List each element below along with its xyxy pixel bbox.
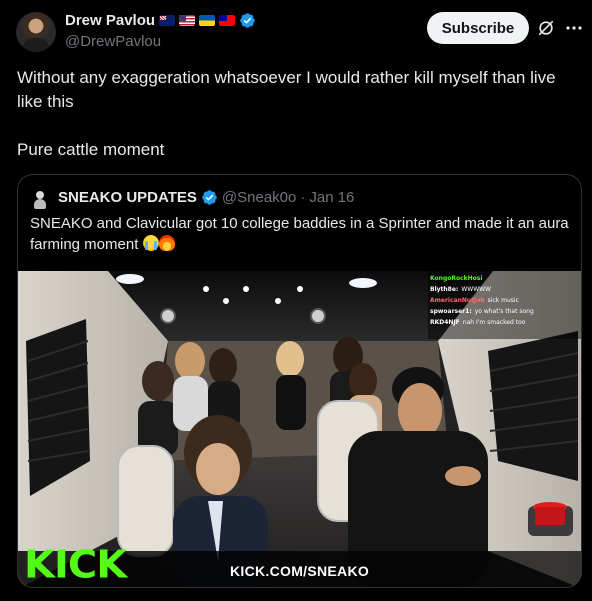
chat-message: KongoRockHosi xyxy=(430,273,581,284)
subscribe-button[interactable]: Subscribe xyxy=(427,12,529,44)
post-text: Without any exaggeration whatsoever I wo… xyxy=(17,66,582,162)
chat-username: AmericanNutJob xyxy=(430,297,485,304)
chat-message: RKD4NJF nah I'm smacked too xyxy=(430,317,581,328)
quoted-post-text: SNEAKO and Clavicular got 10 college bad… xyxy=(30,213,570,255)
flag-taiwan-icon xyxy=(219,15,236,26)
grok-icon[interactable] xyxy=(537,19,555,37)
quoted-text-body: SNEAKO and Clavicular got 10 college bad… xyxy=(30,215,569,253)
quoted-author-avatar[interactable] xyxy=(29,188,51,210)
quoted-author-handle[interactable]: @Sneak0o xyxy=(222,189,296,206)
chat-message: Blyth8e: WWWWW xyxy=(430,284,581,295)
fire-icon xyxy=(158,235,175,251)
quoted-post-card[interactable]: SNEAKO UPDATES @Sneak0o · Jan 16 SNEAKO … xyxy=(17,174,582,588)
chat-username: Blyth8e: xyxy=(430,286,459,293)
chat-message: AmericanNutJob sick music xyxy=(430,295,581,306)
kick-channel-url: KICK.COM/SNEAKO xyxy=(230,563,370,579)
author-display-name[interactable]: Drew Pavlou xyxy=(65,12,155,29)
author-avatar[interactable] xyxy=(16,12,56,52)
chat-text: sick music xyxy=(487,297,519,304)
author-handle[interactable]: @DrewPavlou xyxy=(65,33,161,50)
chat-username: KongoRockHosi xyxy=(430,275,483,282)
post-paragraph: Without any exaggeration whatsoever I wo… xyxy=(17,68,556,111)
post-container: Drew Pavlou @DrewPavlou Subscribe Withou… xyxy=(0,0,592,601)
kick-logo: KICK xyxy=(24,543,127,587)
verified-badge-icon xyxy=(202,190,217,205)
chat-text: yo what's that song xyxy=(474,308,534,315)
quoted-separator: · xyxy=(300,189,306,206)
flag-usa-icon xyxy=(179,15,196,26)
chat-text: nah I'm smacked too xyxy=(462,319,526,326)
chat-username: RKD4NJF xyxy=(430,319,460,326)
author-name-row: Drew Pavlou xyxy=(65,12,256,29)
verified-badge-icon xyxy=(240,13,255,28)
chat-message: spwoarser1: yo what's that song xyxy=(430,306,581,317)
quoted-author-name[interactable]: SNEAKO UPDATES xyxy=(58,189,197,206)
quoted-media-video[interactable]: KongoRockHosi Blyth8e: WWWWW AmericanNutJ… xyxy=(18,271,581,587)
quoted-date[interactable]: Jan 16 xyxy=(309,189,354,206)
live-chat-overlay: KongoRockHosi Blyth8e: WWWWW AmericanNutJ… xyxy=(430,273,581,328)
crying-face-icon xyxy=(142,235,159,251)
flag-ukraine-icon xyxy=(199,15,216,26)
quoted-post-header: SNEAKO UPDATES @Sneak0o · Jan 16 xyxy=(58,189,354,206)
post-paragraph: Pure cattle moment xyxy=(17,140,165,159)
flag-australia-icon xyxy=(159,15,176,26)
chat-username: spwoarser1: xyxy=(430,308,472,315)
more-options-icon[interactable] xyxy=(564,18,584,38)
chat-text: WWWWW xyxy=(461,286,491,293)
